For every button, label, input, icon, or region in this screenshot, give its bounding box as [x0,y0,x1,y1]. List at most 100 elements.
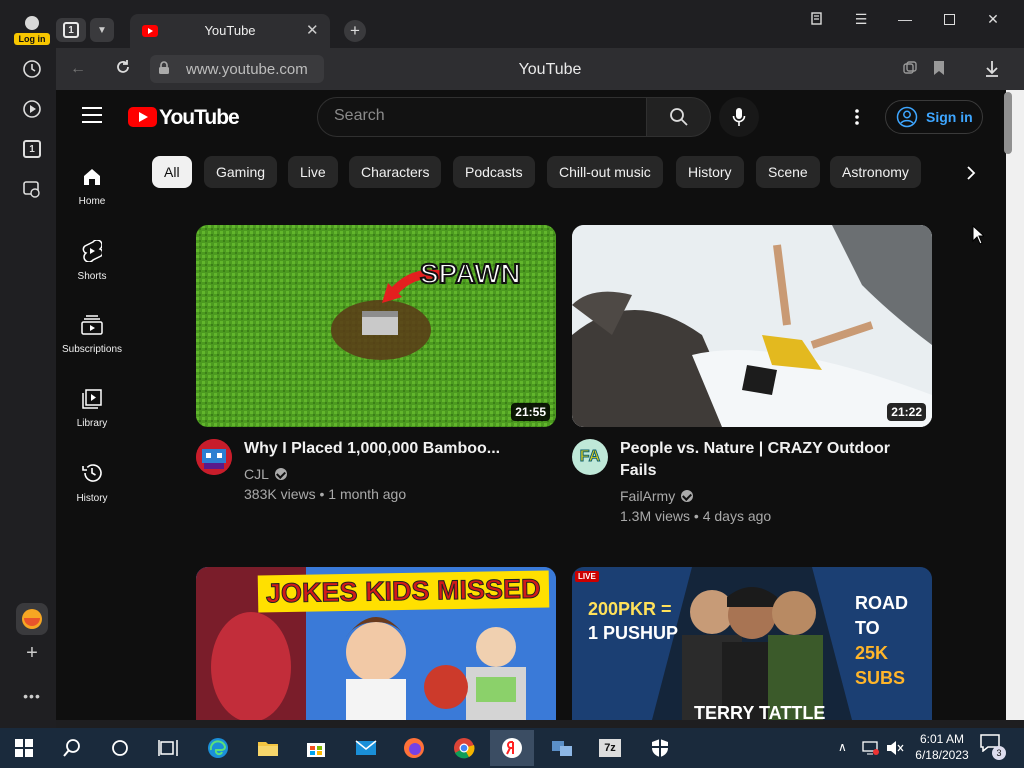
chrome-icon[interactable] [444,730,484,766]
settings-more-icon[interactable] [845,104,869,130]
library-icon [82,389,102,409]
verified-icon [274,468,287,480]
home-icon [84,169,100,185]
alice-assistant-icon[interactable] [16,603,48,635]
microsoft-store-icon[interactable] [296,730,336,766]
search-button[interactable] [647,97,711,137]
windows-start-icon[interactable] [4,730,44,766]
history-clock-icon[interactable] [16,53,48,85]
thumbnail-text: SPAWN [419,257,522,290]
video-thumbnail[interactable]: LIVE 200PKR = 1 PUSHUP ROAD TO 25K SUBS … [572,567,932,720]
download-icon[interactable] [984,60,1000,83]
thumbnail-text-bottom: TERRY TATTLE [694,703,826,720]
sidebar-item-library[interactable]: Library [56,389,128,429]
media-play-icon[interactable] [16,93,48,125]
chip-podcasts[interactable]: Podcasts [453,156,535,188]
new-tab-button[interactable]: + [344,20,366,42]
seven-zip-icon[interactable]: 7z [590,730,630,766]
sidebar-label: Shorts [77,271,107,282]
channel-name[interactable]: FailArmy [620,488,694,504]
scrollbar-thumb[interactable] [1004,92,1012,154]
share-icon[interactable] [902,60,918,81]
network-app-icon[interactable] [542,730,582,766]
video-thumbnail[interactable]: JOKES KIDS MISSED [196,567,556,720]
chip-scene[interactable]: Scene [756,156,820,188]
sidebar-item-shorts[interactable]: Shorts [56,239,128,282]
sidebar-label: Library [76,418,108,429]
video-duration: 21:22 [887,403,926,421]
search-box[interactable] [317,97,647,137]
youtube-play-icon [128,107,157,127]
browser-tab[interactable]: YouTube ✕ [130,14,330,48]
youtube-favicon-icon [142,25,158,37]
video-thumbnail[interactable]: SPAWN 21:55 [196,225,556,427]
back-button[interactable]: ← [70,60,90,80]
login-label: Log in [14,33,50,45]
sidebar-label: History [76,493,108,504]
bookmark-icon[interactable] [933,60,945,81]
tab-count: 1 [63,22,79,38]
menu-icon[interactable]: ☰ [846,8,876,30]
chip-gaming[interactable]: Gaming [204,156,278,188]
screenshot-icon[interactable] [16,173,48,205]
tab-count-button[interactable]: 1 [56,18,86,42]
thumbnail-text-right-line1: ROAD TO [855,593,908,638]
edge-browser-icon[interactable] [198,730,238,766]
task-view-icon[interactable] [148,730,188,766]
add-panel-icon[interactable]: + [16,637,48,669]
guide-menu-icon[interactable] [82,107,102,125]
firefox-icon[interactable] [394,730,434,766]
sidebar-item-home[interactable]: Home [56,167,128,207]
voice-search-button[interactable] [719,97,759,137]
thumbnail-text-left-line1: 200PKR = [588,599,672,619]
video-title-line2[interactable]: Fails [620,460,910,482]
notifications-button[interactable]: 3 [980,734,1010,762]
video-thumbnail[interactable]: 21:22 [572,225,932,427]
file-explorer-icon[interactable] [248,730,288,766]
system-clock[interactable]: 6:01 AM 6/18/2023 [912,731,972,763]
yandex-browser-icon[interactable] [490,730,534,766]
search-input[interactable] [334,107,634,125]
video-meta: 1.3M views • 4 days ago [620,508,772,524]
video-meta: 383K views • 1 month ago [244,486,407,502]
video-duration: 21:55 [511,403,550,421]
chip-live[interactable]: Live [288,156,338,188]
channel-name-text: FailArmy [620,488,676,504]
chip-characters[interactable]: Characters [349,156,442,188]
close-window-button[interactable]: ✕ [978,8,1008,30]
chip-astronomy[interactable]: Astronomy [830,156,921,188]
sidebar-item-subscriptions[interactable]: Subscriptions [56,315,128,355]
sidebar-item-history[interactable]: History [56,462,128,504]
video-title[interactable]: Why I Placed 1,000,000 Bamboo... [244,438,544,460]
channel-avatar[interactable] [196,439,232,475]
more-options-icon[interactable]: ••• [16,680,48,712]
chevron-right-icon[interactable] [958,160,984,186]
video-title[interactable]: People vs. Nature | CRAZY Outdoor [620,438,910,460]
verified-icon [681,490,694,502]
chip-all[interactable]: All [152,156,192,188]
tabs-counter-icon[interactable]: 1 [16,133,48,165]
scrollbar-track[interactable] [1006,90,1024,720]
security-shield-icon[interactable] [640,730,680,766]
sign-in-button[interactable]: Sign in [885,100,983,134]
volume-muted-icon[interactable] [886,740,904,761]
network-icon[interactable] [862,740,880,761]
chip-chill-out-music[interactable]: Chill-out music [547,156,663,188]
waterfall-fail-image [572,225,932,427]
channel-avatar[interactable]: FA [572,439,608,475]
login-button[interactable]: Log in [14,14,50,46]
channel-name[interactable]: CJL [244,466,287,482]
minimize-button[interactable]: — [890,8,920,30]
chevron-down-icon[interactable]: ▼ [90,18,114,42]
tray-chevron-up-icon[interactable]: ∧ [838,740,847,754]
collections-icon[interactable] [802,8,832,30]
mail-icon[interactable] [346,730,386,766]
history-icon [82,464,102,482]
close-tab-icon[interactable]: ✕ [306,21,319,39]
chip-history[interactable]: History [676,156,744,188]
search-icon[interactable] [52,730,92,766]
cortana-icon[interactable] [100,730,140,766]
reload-button[interactable] [114,58,134,78]
thumbnail-text: JOKES KIDS MISSED [257,570,549,613]
maximize-button[interactable] [934,8,964,30]
